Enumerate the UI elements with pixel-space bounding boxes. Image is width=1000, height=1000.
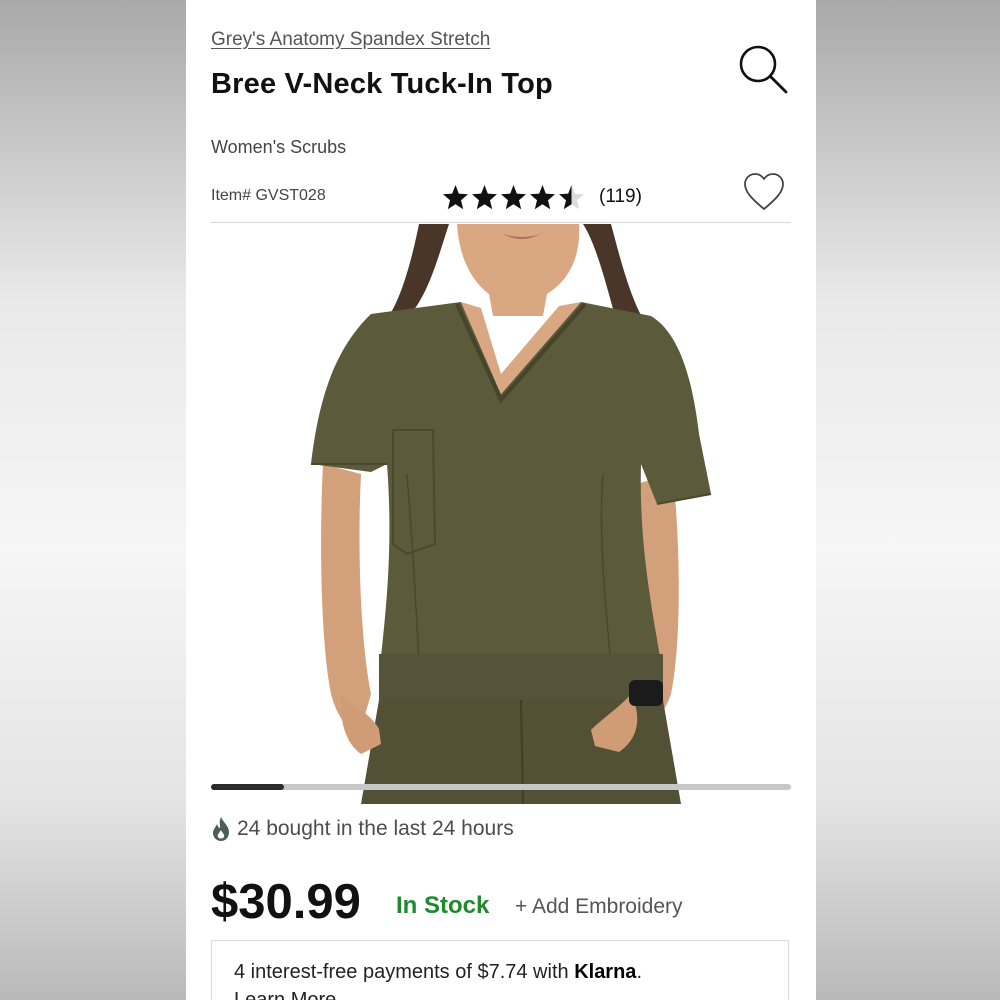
popularity-indicator: 24 bought in the last 24 hours [211,816,514,842]
learn-more-link[interactable]: Learn More [234,989,336,1000]
product-category: Women's Scrubs [211,137,347,157]
search-icon[interactable] [736,42,790,96]
price: $30.99 [211,875,361,929]
rating[interactable]: (119) [442,180,642,214]
image-carousel-progress-fill [211,784,284,790]
star-icon [559,184,584,209]
image-carousel-progress[interactable] [211,784,791,790]
background-right [816,0,1000,1000]
item-number: Item# GVST028 [211,187,326,204]
klarna-prefix: 4 interest-free payments of $7.74 with [234,961,575,983]
star-icon [501,184,526,209]
product-title: Bree V-Neck Tuck-In Top [211,68,553,100]
heart-icon[interactable] [742,170,786,214]
review-count[interactable]: (119) [599,186,642,208]
rating-stars [442,184,587,211]
product-page: Grey's Anatomy Spandex Stretch Bree V-Ne… [186,0,816,1000]
stock-status: In Stock [396,892,490,919]
star-icon [472,184,497,209]
star-icon [443,184,468,209]
popularity-text: 24 bought in the last 24 hours [237,817,514,840]
klarna-suffix: . [636,961,642,983]
klarna-text: 4 interest-free payments of $7.74 with K… [234,961,642,984]
background-left [0,0,186,1000]
divider [211,222,791,223]
product-image[interactable] [211,224,791,804]
brand-link[interactable]: Grey's Anatomy Spandex Stretch [211,29,490,51]
flame-icon [213,817,229,841]
klarna-logo: Klarna [574,961,637,983]
add-embroidery-link[interactable]: + Add Embroidery [515,895,683,919]
star-icon [530,184,555,209]
klarna-payment-box: 4 interest-free payments of $7.74 with K… [211,940,789,1000]
